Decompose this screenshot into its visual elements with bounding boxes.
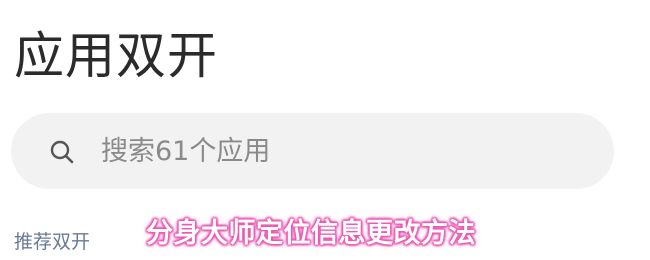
page-title: 应用双开 (14, 27, 218, 85)
overlay-caption: 分身大师定位信息更改方法 (146, 218, 476, 249)
search-input[interactable] (101, 131, 581, 171)
search-icon (49, 139, 75, 165)
section-label-recommended: 推荐双开 (14, 231, 91, 253)
search-bar[interactable] (11, 113, 614, 189)
